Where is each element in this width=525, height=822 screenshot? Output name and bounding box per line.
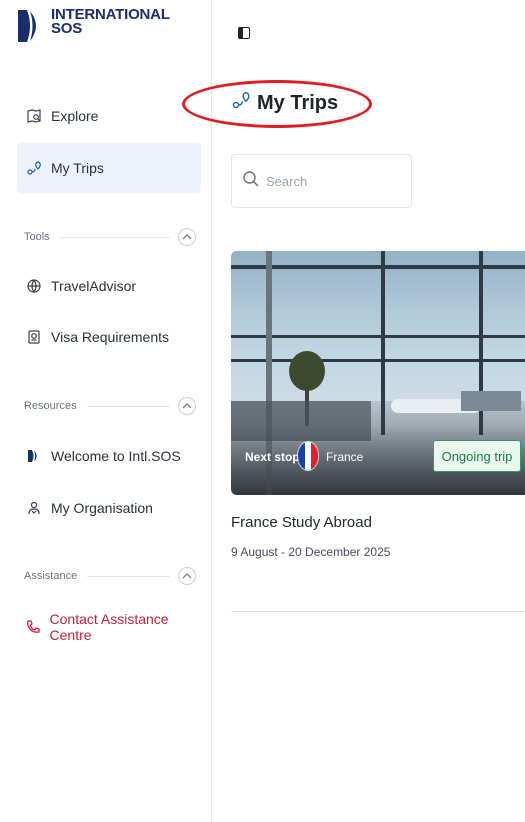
sidebar: INTERNATIONAL SOS Explore My Trips Tools — [0, 0, 212, 822]
trip-card[interactable]: Next stop France Ongoing trip — [231, 251, 525, 495]
route-pin-icon — [25, 159, 43, 177]
sidebar-item-contact[interactable]: Contact Assistance Centre — [17, 602, 201, 652]
france-flag-icon — [297, 441, 319, 471]
section-label: Assistance — [24, 570, 78, 582]
divider — [231, 611, 525, 612]
sidebar-item-traveladvisor[interactable]: TravelAdvisor — [17, 261, 201, 311]
route-pin-icon — [231, 90, 251, 116]
chevron-up-icon[interactable] — [178, 397, 196, 415]
people-icon — [25, 499, 43, 517]
country-label: France — [326, 450, 364, 464]
section-divider — [59, 236, 170, 238]
page-title: My Trips — [231, 90, 338, 116]
search-box[interactable] — [231, 154, 412, 208]
trip-name[interactable]: France Study Abroad — [231, 514, 372, 531]
sidebar-item-organisation[interactable]: My Organisation — [17, 483, 201, 533]
sos-logo-icon — [16, 8, 44, 44]
section-divider — [86, 405, 170, 407]
sidebar-item-welcome[interactable]: Welcome to Intl.SOS — [17, 431, 201, 481]
brand-logo[interactable]: INTERNATIONAL SOS — [16, 7, 170, 44]
next-stop-label: Next stop — [245, 450, 300, 464]
trip-dates: 9 August - 20 December 2025 — [231, 545, 391, 559]
sidebar-item-label: Contact Assistance Centre — [49, 611, 169, 643]
section-label: Tools — [24, 231, 50, 243]
section-assistance[interactable]: Assistance — [24, 567, 196, 585]
sidebar-item-label: Visa Requirements — [51, 329, 170, 345]
chevron-up-icon[interactable] — [178, 228, 196, 246]
sidebar-item-label: My Organisation — [51, 500, 153, 516]
sidebar-item-label: Explore — [51, 108, 99, 124]
globe-person-icon — [25, 277, 43, 295]
sidebar-item-explore[interactable]: Explore — [17, 91, 201, 141]
status-badge: Ongoing trip — [433, 440, 521, 472]
sidebar-item-label: My Trips — [51, 160, 104, 176]
page-title-text: My Trips — [257, 91, 339, 114]
sidebar-item-visa[interactable]: Visa Requirements — [17, 312, 201, 362]
search-icon — [242, 170, 260, 193]
search-input[interactable] — [266, 173, 396, 189]
chevron-up-icon[interactable] — [178, 567, 196, 585]
sos-logo-icon — [25, 447, 43, 465]
passport-icon — [25, 328, 43, 346]
map-book-icon — [25, 107, 43, 125]
section-divider — [87, 575, 170, 577]
sidebar-item-label: TravelAdvisor — [51, 278, 137, 294]
panel-toggle-icon[interactable] — [238, 27, 250, 39]
sidebar-item-label: Welcome to Intl.SOS — [51, 448, 181, 464]
section-tools[interactable]: Tools — [24, 228, 196, 246]
sidebar-item-my-trips[interactable]: My Trips — [17, 143, 201, 193]
section-resources[interactable]: Resources — [24, 397, 196, 415]
brand-line2: SOS — [51, 20, 83, 37]
section-label: Resources — [24, 400, 77, 412]
phone-icon — [25, 618, 42, 636]
